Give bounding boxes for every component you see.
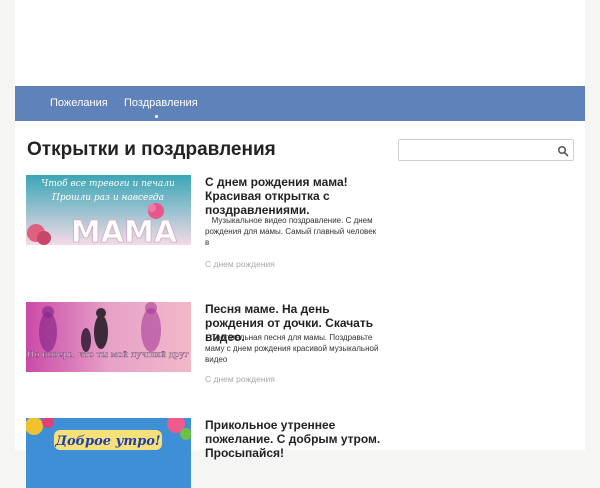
post-excerpt: Трогательная песня для мамы. Поздравьте …	[205, 332, 381, 365]
post-excerpt: Музыкальное видео поздравление. С днем р…	[205, 215, 381, 248]
post-thumbnail[interactable]: Но поверь, что ты мой лучший друг	[26, 302, 191, 372]
search-form	[398, 139, 574, 161]
thumb-caption: Но поверь, что ты мой лучший друг	[27, 350, 189, 360]
active-nav-indicator	[155, 115, 158, 118]
page-container: Пожелания Поздравления Открытки и поздра…	[15, 0, 585, 488]
nav-item-wishes[interactable]: Пожелания	[50, 86, 108, 121]
thumb-text-mid: Прошли раз и навсегда	[51, 193, 164, 203]
nav-item-congratulations[interactable]: Поздравления	[124, 86, 198, 121]
post-excerpt-text: Музыкальное видео поздравление. С днем р…	[205, 216, 377, 247]
thumb-text-big: МАМА	[71, 215, 178, 245]
post-thumbnail[interactable]: Доброе утро!	[26, 418, 191, 488]
post-excerpt-text: Трогательная песня для мамы. Поздравьте …	[205, 333, 379, 364]
site-header	[15, 0, 585, 86]
thumb-text-top: Чтоб все тревоги и печали	[41, 178, 175, 189]
search-icon[interactable]	[557, 144, 569, 157]
thumb-caption: Доброе утро!	[54, 434, 160, 449]
search-input[interactable]	[399, 140, 559, 160]
post-title[interactable]: Прикольное утреннее пожелание. С добрым …	[205, 418, 381, 460]
main-navigation: Пожелания Поздравления	[15, 86, 585, 121]
page-title: Открытки и поздравления	[27, 139, 276, 160]
post-thumbnail[interactable]: Чтоб все тревоги и печали Прошли раз и н…	[26, 175, 191, 245]
post-category[interactable]: С днем рождения	[205, 374, 275, 384]
post-title[interactable]: С днем рождения мама! Красивая открытка …	[205, 175, 381, 217]
post-category[interactable]: С днем рождения	[205, 259, 275, 269]
